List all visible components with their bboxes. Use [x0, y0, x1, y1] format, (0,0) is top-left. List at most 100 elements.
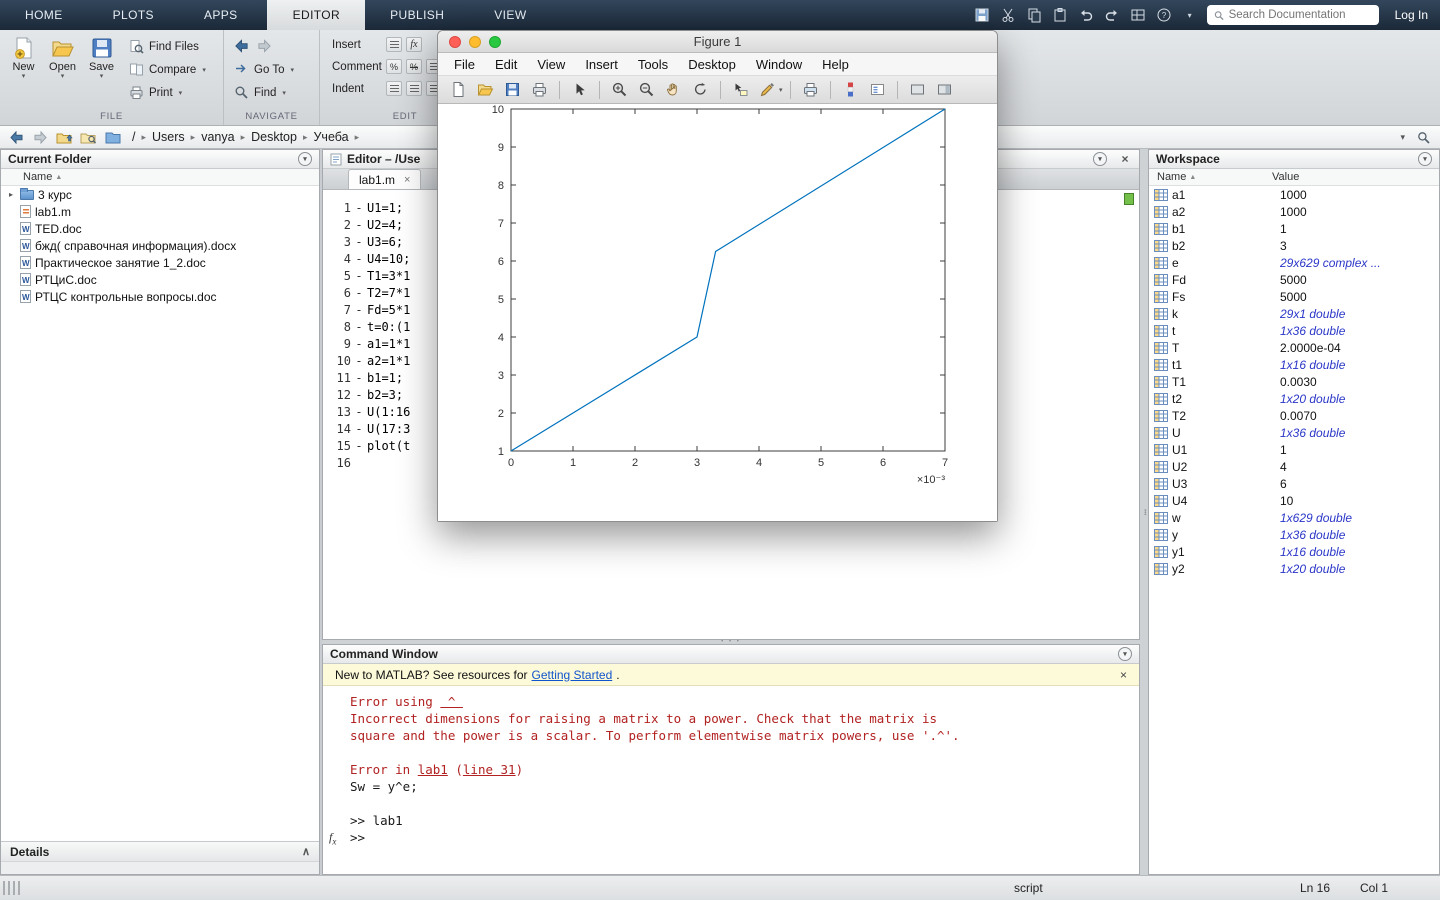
pan-hand-icon[interactable] [661, 79, 686, 101]
file-item[interactable]: РТЦиС.doc [1, 271, 319, 288]
tab-publish[interactable]: PUBLISH [365, 0, 469, 30]
save-icon[interactable] [973, 6, 991, 24]
panel-menu-icon[interactable]: ▾ [1118, 647, 1132, 661]
help-icon[interactable]: ? [1155, 6, 1173, 24]
expand-arrow-icon[interactable]: ▸ [6, 190, 16, 199]
hide-plot-tools-icon[interactable] [905, 79, 930, 101]
close-banner-icon[interactable]: × [1120, 668, 1127, 682]
zoom-in-icon[interactable] [607, 79, 632, 101]
workspace-row[interactable]: U36 [1149, 475, 1439, 492]
console-text[interactable]: ^ [440, 694, 463, 709]
rotate-3d-icon[interactable] [688, 79, 713, 101]
new-button[interactable]: New ▾ [4, 36, 43, 100]
insert-section-button[interactable] [386, 37, 402, 52]
panel-menu-icon[interactable]: ▾ [1093, 152, 1107, 166]
collapse-chevron-icon[interactable]: ∧ [302, 845, 310, 858]
close-panel-icon[interactable]: × [1118, 152, 1132, 166]
comment-button[interactable]: % [386, 59, 402, 74]
file-list-column-header[interactable]: Name ▲ [1, 169, 319, 186]
file-item[interactable]: lab1.m [1, 203, 319, 220]
documentation-search[interactable] [1207, 5, 1379, 25]
breadcrumb-segment[interactable]: Desktop [251, 130, 297, 144]
tab-home[interactable]: HOME [0, 0, 88, 30]
details-header[interactable]: Details ∧ [1, 842, 319, 862]
forward-arrow-icon[interactable] [32, 129, 49, 145]
open-file-icon[interactable] [473, 79, 498, 101]
file-item[interactable]: TED.doc [1, 220, 319, 237]
workspace-row[interactable]: a21000 [1149, 203, 1439, 220]
smart-indent-button[interactable] [386, 81, 402, 96]
print-figure-icon[interactable] [527, 79, 552, 101]
figure-axes[interactable]: 0123456712345678910×10⁻³ [438, 105, 997, 521]
uncomment-button[interactable]: % [406, 59, 422, 74]
panel-menu-icon[interactable]: ▾ [298, 152, 312, 166]
pointer-tool-icon[interactable] [567, 79, 592, 101]
print-button[interactable]: Print ▾ [129, 85, 206, 100]
console-text[interactable]: line 31 [463, 762, 516, 777]
up-one-level-icon[interactable] [56, 129, 73, 145]
figure-window[interactable]: Figure 1 FileEditViewInsertToolsDesktopW… [437, 30, 998, 522]
show-plot-tools-icon[interactable] [932, 79, 957, 101]
panel-menu-icon[interactable]: ▾ [1418, 152, 1432, 166]
tab-editor[interactable]: EDITOR [267, 0, 366, 30]
figure-menu-insert[interactable]: Insert [575, 57, 628, 72]
figure-menu-tools[interactable]: Tools [628, 57, 678, 72]
redo-icon[interactable] [1103, 6, 1121, 24]
workspace-row[interactable]: k29x1 double [1149, 305, 1439, 322]
workspace-row[interactable]: U11 [1149, 441, 1439, 458]
plot-canvas[interactable]: 0123456712345678910×10⁻³ [438, 105, 997, 495]
getting-started-link[interactable]: Getting Started [532, 668, 613, 682]
code-analyzer-indicator[interactable] [1124, 193, 1134, 205]
workspace-row[interactable]: w1x629 double [1149, 509, 1439, 526]
save-figure-icon[interactable] [500, 79, 525, 101]
insert-colorbar-icon[interactable] [838, 79, 863, 101]
breadcrumb-segment[interactable]: vanya [201, 130, 234, 144]
toolbar-options-caret-icon[interactable]: ▾ [1181, 6, 1199, 24]
cut-icon[interactable] [999, 6, 1017, 24]
workspace-splitter[interactable]: ••• [1140, 149, 1148, 875]
workspace-row[interactable]: U24 [1149, 458, 1439, 475]
figure-menu-desktop[interactable]: Desktop [678, 57, 746, 72]
workspace-row[interactable]: T20.0070 [1149, 407, 1439, 424]
workspace-row[interactable]: Fd5000 [1149, 271, 1439, 288]
search-input[interactable] [1229, 9, 1372, 21]
close-tab-icon[interactable]: × [404, 174, 410, 186]
address-search-icon[interactable] [1415, 129, 1432, 145]
link-plot-icon[interactable] [798, 79, 823, 101]
workspace-row[interactable]: Fs5000 [1149, 288, 1439, 305]
console-output[interactable]: Error using ^ Incorrect dimensions for r… [323, 686, 1139, 874]
save-button[interactable]: Save ▾ [82, 36, 121, 100]
breadcrumb-segment[interactable]: Users [152, 130, 185, 144]
paste-icon[interactable] [1051, 6, 1069, 24]
figure-menu-help[interactable]: Help [812, 57, 859, 72]
breadcrumb-segment[interactable]: Учеба [313, 130, 348, 144]
workspace-row[interactable]: e29x629 complex ... [1149, 254, 1439, 271]
zoom-window-icon[interactable] [489, 36, 501, 48]
workspace-row[interactable]: y1x36 double [1149, 526, 1439, 543]
figure-menu-window[interactable]: Window [746, 57, 812, 72]
indent-right-button[interactable] [406, 81, 422, 96]
editor-tab-lab1[interactable]: lab1.m × [348, 169, 421, 189]
file-item[interactable]: ▸3 курс [1, 186, 319, 203]
compare-button[interactable]: Compare ▾ [129, 62, 206, 77]
workspace-row[interactable]: t21x20 double [1149, 390, 1439, 407]
figure-menu-file[interactable]: File [444, 57, 485, 72]
workspace-row[interactable]: y11x16 double [1149, 543, 1439, 560]
find-button[interactable]: Find ▾ [234, 85, 319, 100]
tab-view[interactable]: VIEW [469, 0, 551, 30]
workspace-row[interactable]: t1x36 double [1149, 322, 1439, 339]
address-dropdown-caret-icon[interactable]: ▾ [1400, 132, 1405, 143]
desktop-layout-icon[interactable] [1129, 6, 1147, 24]
copy-icon[interactable] [1025, 6, 1043, 24]
navigate-back-icon[interactable] [234, 39, 249, 54]
data-cursor-icon[interactable] [728, 79, 753, 101]
open-button[interactable]: Open ▾ [43, 36, 82, 100]
workspace-row[interactable]: U1x36 double [1149, 424, 1439, 441]
close-window-icon[interactable] [449, 36, 461, 48]
find-files-button[interactable]: Find Files [129, 39, 206, 54]
navigate-forward-icon[interactable] [257, 39, 272, 54]
file-item[interactable]: бжд( справочная информация).docx [1, 237, 319, 254]
workspace-row[interactable]: T2.0000e-04 [1149, 339, 1439, 356]
browse-for-folder-icon[interactable] [80, 129, 97, 145]
file-item[interactable]: Практическое занятие 1_2.doc [1, 254, 319, 271]
